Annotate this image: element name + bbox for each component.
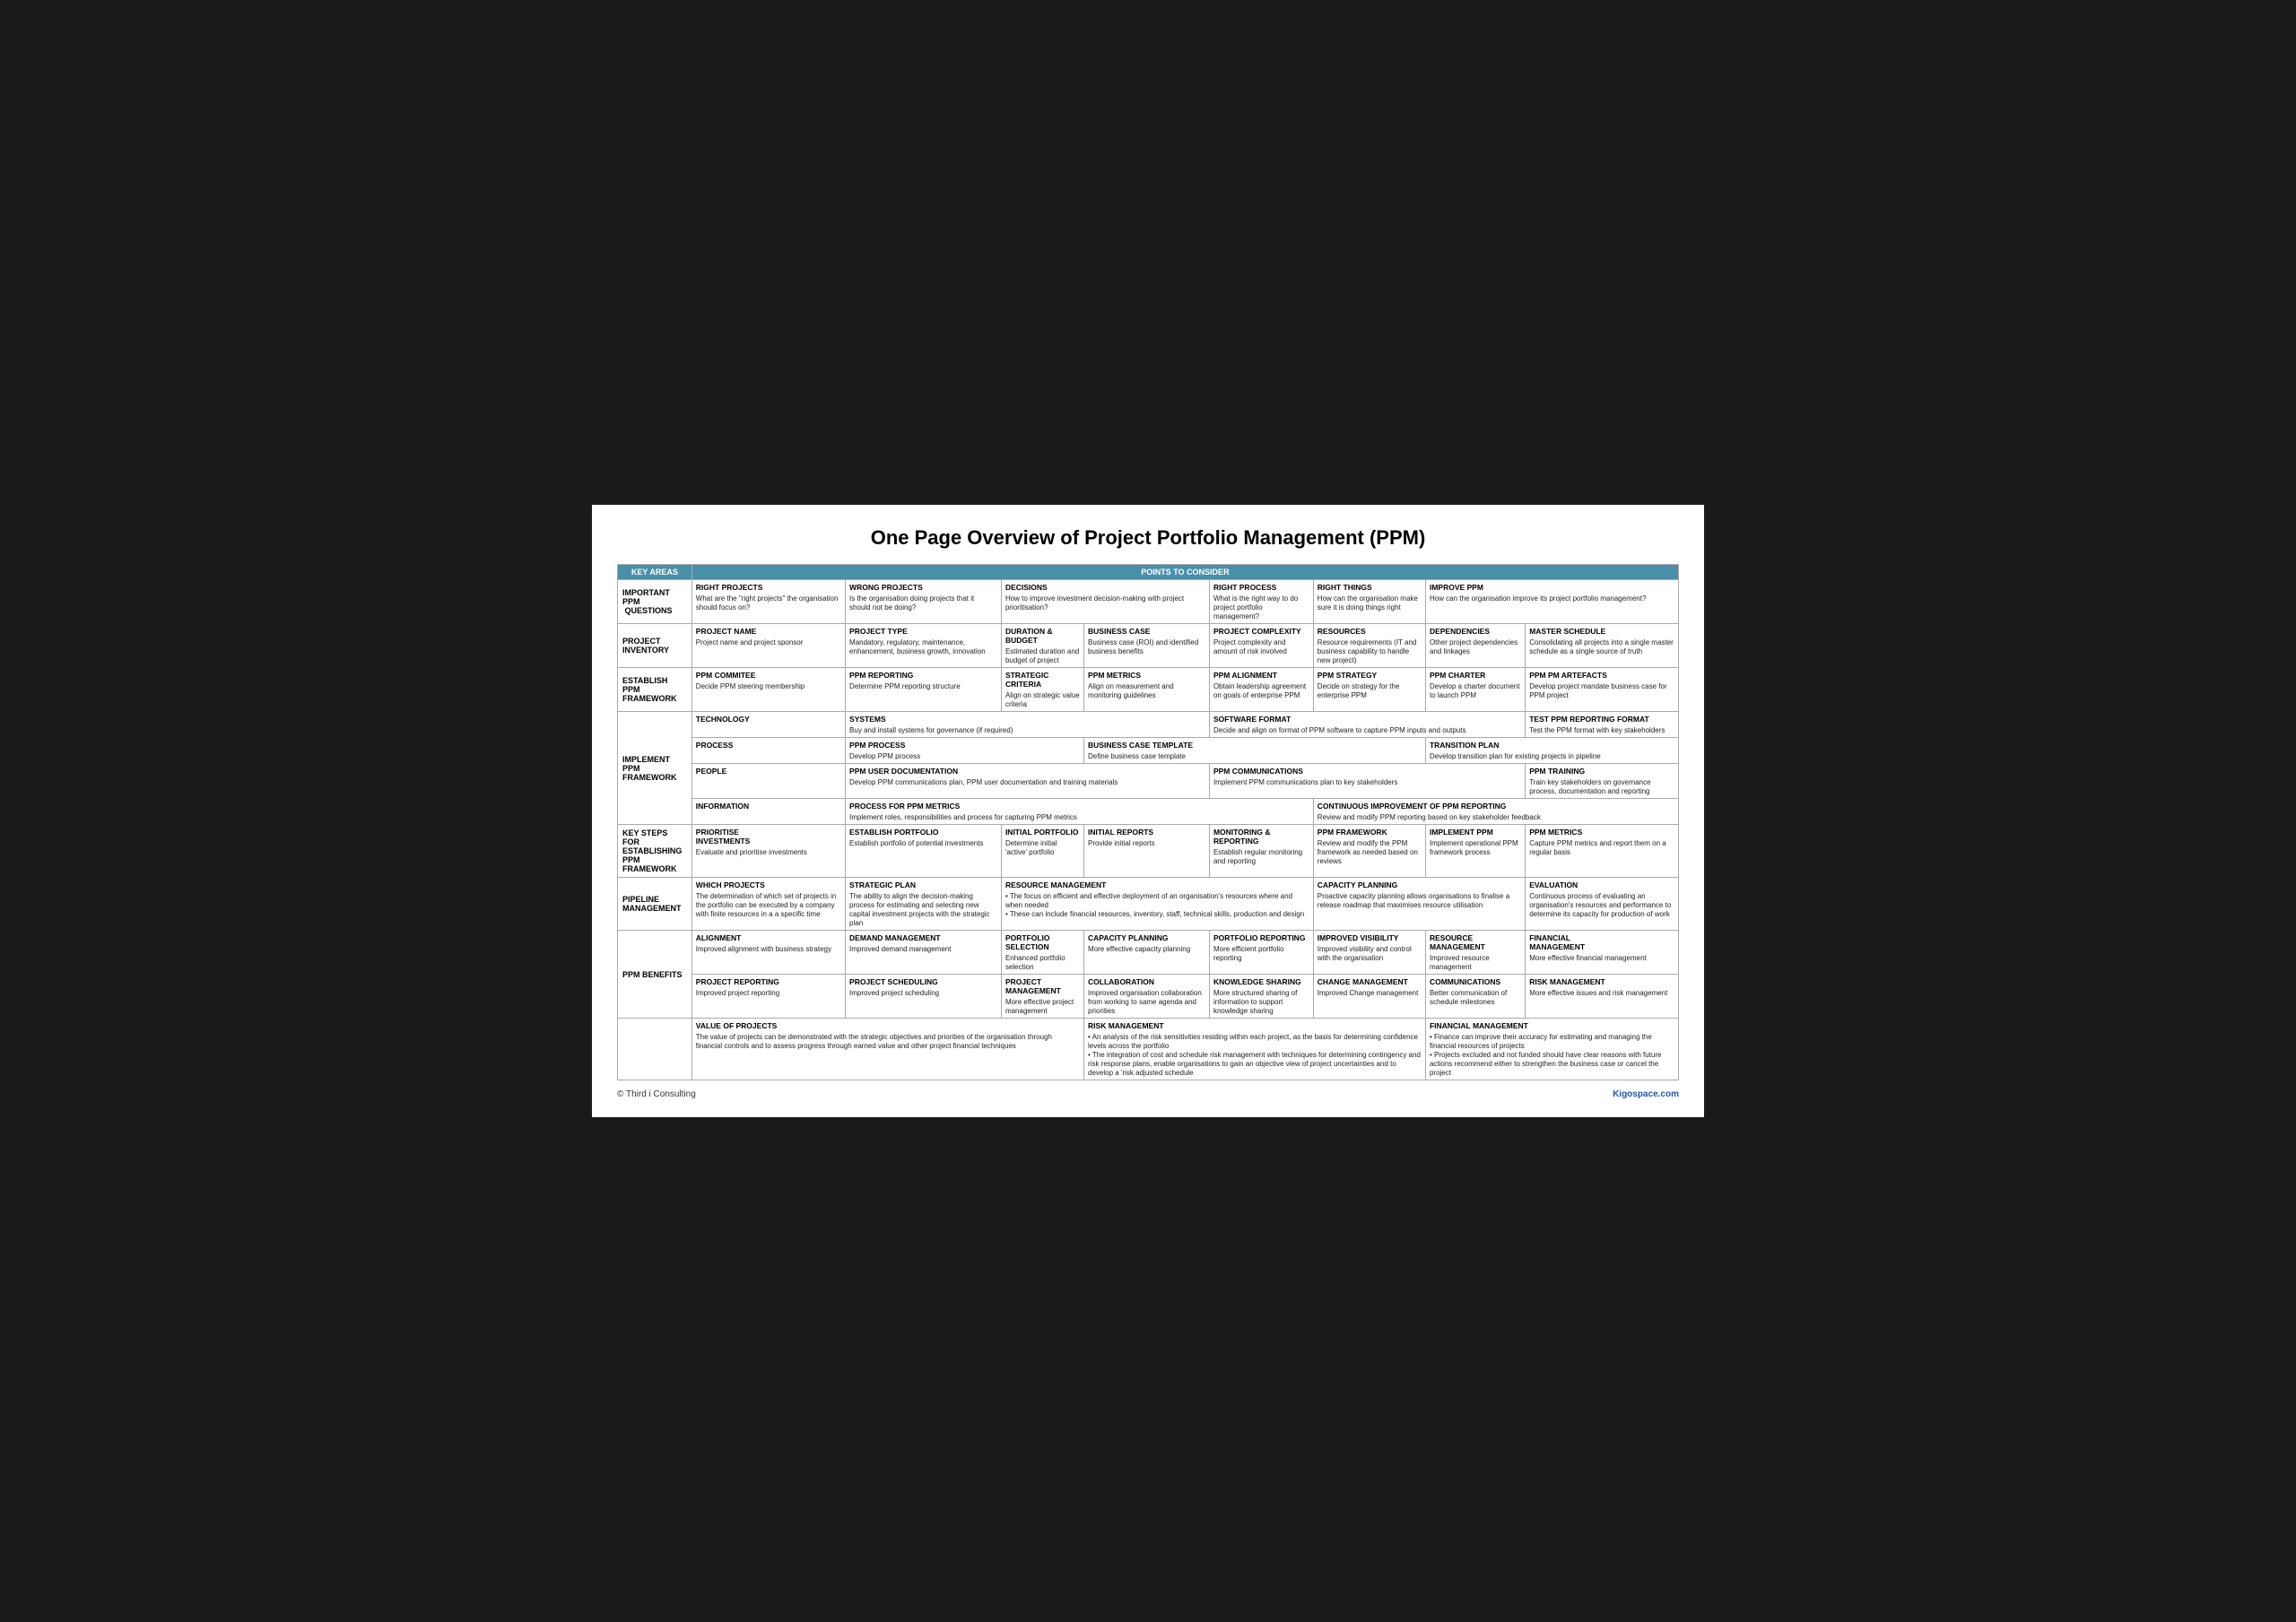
page-footer: © Third i Consulting Kigospace.com bbox=[617, 1089, 1679, 1099]
row-label-project-inventory: PROJECTINVENTORY bbox=[618, 624, 692, 668]
cell-transition-plan: TRANSITION PLAN Develop transition plan … bbox=[1425, 738, 1678, 764]
cell-which-projects: WHICH PROJECTS The determination of whic… bbox=[691, 878, 845, 931]
cell-improve-ppm: IMPROVE PPM How can the organisation imp… bbox=[1425, 580, 1678, 624]
cell-ppm-framework-steps: PPM FRAMEWORK Review and modify the PPM … bbox=[1313, 825, 1425, 878]
cell-people-label: PEOPLE bbox=[691, 764, 845, 799]
cell-master-schedule: MASTER SCHEDULE Consolidating all projec… bbox=[1526, 624, 1679, 668]
cell-risk-management-benefits: RISK MANAGEMENT More effective issues an… bbox=[1526, 975, 1679, 1019]
cell-right-projects: RIGHT PROJECTS What are the "right proje… bbox=[691, 580, 845, 624]
cell-portfolio-reporting: PORTFOLIO REPORTING More efficient portf… bbox=[1209, 931, 1313, 975]
row-label-pipeline: PIPELINEMANAGEMENT bbox=[618, 878, 692, 931]
cell-empty-value-label bbox=[618, 1019, 692, 1080]
main-table: KEY AREAS POINTS TO CONSIDER IMPORTANTPP… bbox=[617, 564, 1679, 1080]
footer-copyright: © Third i Consulting bbox=[617, 1089, 696, 1099]
table-row-people: PEOPLE PPM USER DOCUMENTATION Develop PP… bbox=[618, 764, 1679, 799]
row-label-implement-ppm: IMPLEMENT PPMFRAMEWORK bbox=[618, 712, 692, 825]
cell-strategic-plan: STRATEGIC PLAN The ability to align the … bbox=[846, 878, 1002, 931]
cell-strategic-criteria: STRATEGIC CRITERIA Align on strategic va… bbox=[1001, 668, 1083, 712]
cell-communications-benefits: COMMUNICATIONS Better communication of s… bbox=[1425, 975, 1525, 1019]
cell-ppm-metrics-steps: PPM METRICS Capture PPM metrics and repo… bbox=[1526, 825, 1679, 878]
cell-continuous-improvement: CONTINUOUS IMPROVEMENT OF PPM REPORTING … bbox=[1313, 799, 1678, 825]
cell-collaboration: COLLABORATION Improved organisation coll… bbox=[1084, 975, 1210, 1019]
page-container: One Page Overview of Project Portfolio M… bbox=[592, 505, 1704, 1117]
cell-duration-budget: DURATION & BUDGET Estimated duration and… bbox=[1001, 624, 1083, 668]
table-row-ppm-benefits-2: PROJECT REPORTING Improved project repor… bbox=[618, 975, 1679, 1019]
cell-resource-management-pipeline: RESOURCE MANAGEMENT • The focus on effic… bbox=[1001, 878, 1313, 931]
cell-project-management-benefits: PROJECTMANAGEMENT More effective project… bbox=[1001, 975, 1083, 1019]
cell-improved-visibility: IMPROVED VISIBILITY Improved visibility … bbox=[1313, 931, 1425, 975]
cell-initial-portfolio: INITIAL PORTFOLIO Determine initial 'act… bbox=[1001, 825, 1083, 878]
table-row-information: INFORMATION PROCESS FOR PPM METRICS Impl… bbox=[618, 799, 1679, 825]
cell-right-things: RIGHT THINGS How can the organisation ma… bbox=[1313, 580, 1425, 624]
cell-right-process: RIGHT PROCESS What is the right way to d… bbox=[1209, 580, 1313, 624]
row-label-establish-ppm: ESTABLISH PPMFRAMEWORK bbox=[618, 668, 692, 712]
cell-ppm-communications: PPM COMMUNICATIONS Implement PPM communi… bbox=[1209, 764, 1525, 799]
cell-wrong-projects: WRONG PROJECTS Is the organisation doing… bbox=[846, 580, 1002, 624]
table-row-important-ppm: IMPORTANTPPM QUESTIONS RIGHT PROJECTS Wh… bbox=[618, 580, 1679, 624]
cell-ppm-charter: PPM CHARTER Develop a charter document t… bbox=[1425, 668, 1525, 712]
cell-process-ppm-metrics: PROCESS FOR PPM METRICS Implement roles,… bbox=[846, 799, 1314, 825]
cell-portfolio-selection: PORTFOLIO SELECTION Enhanced portfolio s… bbox=[1001, 931, 1083, 975]
cell-software-format: SOFTWARE FORMAT Decide and align on form… bbox=[1209, 712, 1525, 738]
table-row-technology: IMPLEMENT PPMFRAMEWORK TECHNOLOGY SYSTEM… bbox=[618, 712, 1679, 738]
cell-ppm-committee: PPM COMMITEE Decide PPM steering members… bbox=[691, 668, 845, 712]
footer-link: Kigospace.com bbox=[1613, 1089, 1679, 1099]
cell-risk-management-final: RISK MANAGEMENT • An analysis of the ris… bbox=[1084, 1019, 1426, 1080]
cell-initial-reports: INITIAL REPORTS Provide initial reports bbox=[1084, 825, 1210, 878]
cell-ppm-alignment: PPM ALIGNMENT Obtain leadership agreemen… bbox=[1209, 668, 1313, 712]
cell-resources: RESOURCES Resource requirements (IT and … bbox=[1313, 624, 1425, 668]
cell-information-label: INFORMATION bbox=[691, 799, 845, 825]
header-row: KEY AREAS POINTS TO CONSIDER bbox=[618, 565, 1679, 580]
cell-technology-label: TECHNOLOGY bbox=[691, 712, 845, 738]
table-row-project-inventory: PROJECTINVENTORY PROJECT NAME Project na… bbox=[618, 624, 1679, 668]
row-label-ppm-benefits: PPM BENEFITS bbox=[618, 931, 692, 1019]
cell-monitoring-reporting: MONITORING &REPORTING Establish regular … bbox=[1209, 825, 1313, 878]
row-label-important-ppm: IMPORTANTPPM QUESTIONS bbox=[618, 580, 692, 624]
cell-project-type: PROJECT TYPE Mandatory, regulatory, main… bbox=[846, 624, 1002, 668]
cell-demand-management: DEMAND MANAGEMENT Improved demand manage… bbox=[846, 931, 1002, 975]
cell-dependencies: DEPENDENCIES Other project dependencies … bbox=[1425, 624, 1525, 668]
page-title: One Page Overview of Project Portfolio M… bbox=[617, 526, 1679, 550]
table-row-pipeline: PIPELINEMANAGEMENT WHICH PROJECTS The de… bbox=[618, 878, 1679, 931]
cell-ppm-user-doc: PPM USER DOCUMENTATION Develop PPM commu… bbox=[846, 764, 1210, 799]
cell-test-ppm-format: TEST PPM REPORTING FORMAT Test the PPM f… bbox=[1526, 712, 1679, 738]
table-row-ppm-benefits-1: PPM BENEFITS ALIGNMENT Improved alignmen… bbox=[618, 931, 1679, 975]
cell-project-scheduling: PROJECT SCHEDULING Improved project sche… bbox=[846, 975, 1002, 1019]
table-row-value: VALUE OF PROJECTS The value of projects … bbox=[618, 1019, 1679, 1080]
cell-ppm-process: PPM PROCESS Develop PPM process bbox=[846, 738, 1084, 764]
cell-financial-management-benefits: FINANCIALMANAGEMENT More effective finan… bbox=[1526, 931, 1679, 975]
col-header-points: POINTS TO CONSIDER bbox=[691, 565, 1678, 580]
table-row-key-steps: KEY STEPS FORESTABLISHINGPPM FRAMEWORK P… bbox=[618, 825, 1679, 878]
cell-ppm-strategy: PPM STRATEGY Decide on strategy for the … bbox=[1313, 668, 1425, 712]
col-header-key-areas: KEY AREAS bbox=[618, 565, 692, 580]
cell-alignment: ALIGNMENT Improved alignment with busine… bbox=[691, 931, 845, 975]
row-label-key-steps: KEY STEPS FORESTABLISHINGPPM FRAMEWORK bbox=[618, 825, 692, 878]
cell-knowledge-sharing: KNOWLEDGE SHARING More structured sharin… bbox=[1209, 975, 1313, 1019]
cell-value-of-projects: VALUE OF PROJECTS The value of projects … bbox=[691, 1019, 1083, 1080]
cell-change-management: CHANGE MANAGEMENT Improved Change manage… bbox=[1313, 975, 1425, 1019]
cell-process-label: PROCESS bbox=[691, 738, 845, 764]
cell-implement-ppm-steps: IMPLEMENT PPM Implement operational PPM … bbox=[1425, 825, 1525, 878]
cell-ppm-training: PPM TRAINING Train key stakeholders on g… bbox=[1526, 764, 1679, 799]
cell-capacity-planning-pipeline: CAPACITY PLANNING Proactive capacity pla… bbox=[1313, 878, 1525, 931]
cell-business-case-template: BUSINESS CASE TEMPLATE Define business c… bbox=[1084, 738, 1426, 764]
cell-ppm-metrics-establish: PPM METRICS Align on measurement and mon… bbox=[1084, 668, 1210, 712]
cell-decisions: DECISIONS How to improve investment deci… bbox=[1001, 580, 1209, 624]
table-row-establish-ppm: ESTABLISH PPMFRAMEWORK PPM COMMITEE Deci… bbox=[618, 668, 1679, 712]
cell-prioritise-investments: PRIORITISEINVESTMENTS Evaluate and prior… bbox=[691, 825, 845, 878]
cell-business-case: BUSINESS CASE Business case (ROI) and id… bbox=[1084, 624, 1210, 668]
cell-project-reporting: PROJECT REPORTING Improved project repor… bbox=[691, 975, 845, 1019]
cell-project-name: PROJECT NAME Project name and project sp… bbox=[691, 624, 845, 668]
table-row-process: PROCESS PPM PROCESS Develop PPM process … bbox=[618, 738, 1679, 764]
cell-systems: SYSTEMS Buy and install systems for gove… bbox=[846, 712, 1210, 738]
cell-capacity-planning-benefits: CAPACITY PLANNING More effective capacit… bbox=[1084, 931, 1210, 975]
cell-evaluation: EVALUATION Continuous process of evaluat… bbox=[1526, 878, 1679, 931]
cell-establish-portfolio: ESTABLISH PORTFOLIO Establish portfolio … bbox=[846, 825, 1002, 878]
cell-resource-management-benefits: RESOURCEMANAGEMENT Improved resource man… bbox=[1425, 931, 1525, 975]
cell-ppm-reporting: PPM REPORTING Determine PPM reporting st… bbox=[846, 668, 1002, 712]
cell-project-complexity: PROJECT COMPLEXITY Project complexity an… bbox=[1209, 624, 1313, 668]
cell-financial-management-final: FINANCIAL MANAGEMENT • Finance can impro… bbox=[1425, 1019, 1678, 1080]
cell-ppm-artefacts: PPM PM ARTEFACTS Develop project mandate… bbox=[1526, 668, 1679, 712]
